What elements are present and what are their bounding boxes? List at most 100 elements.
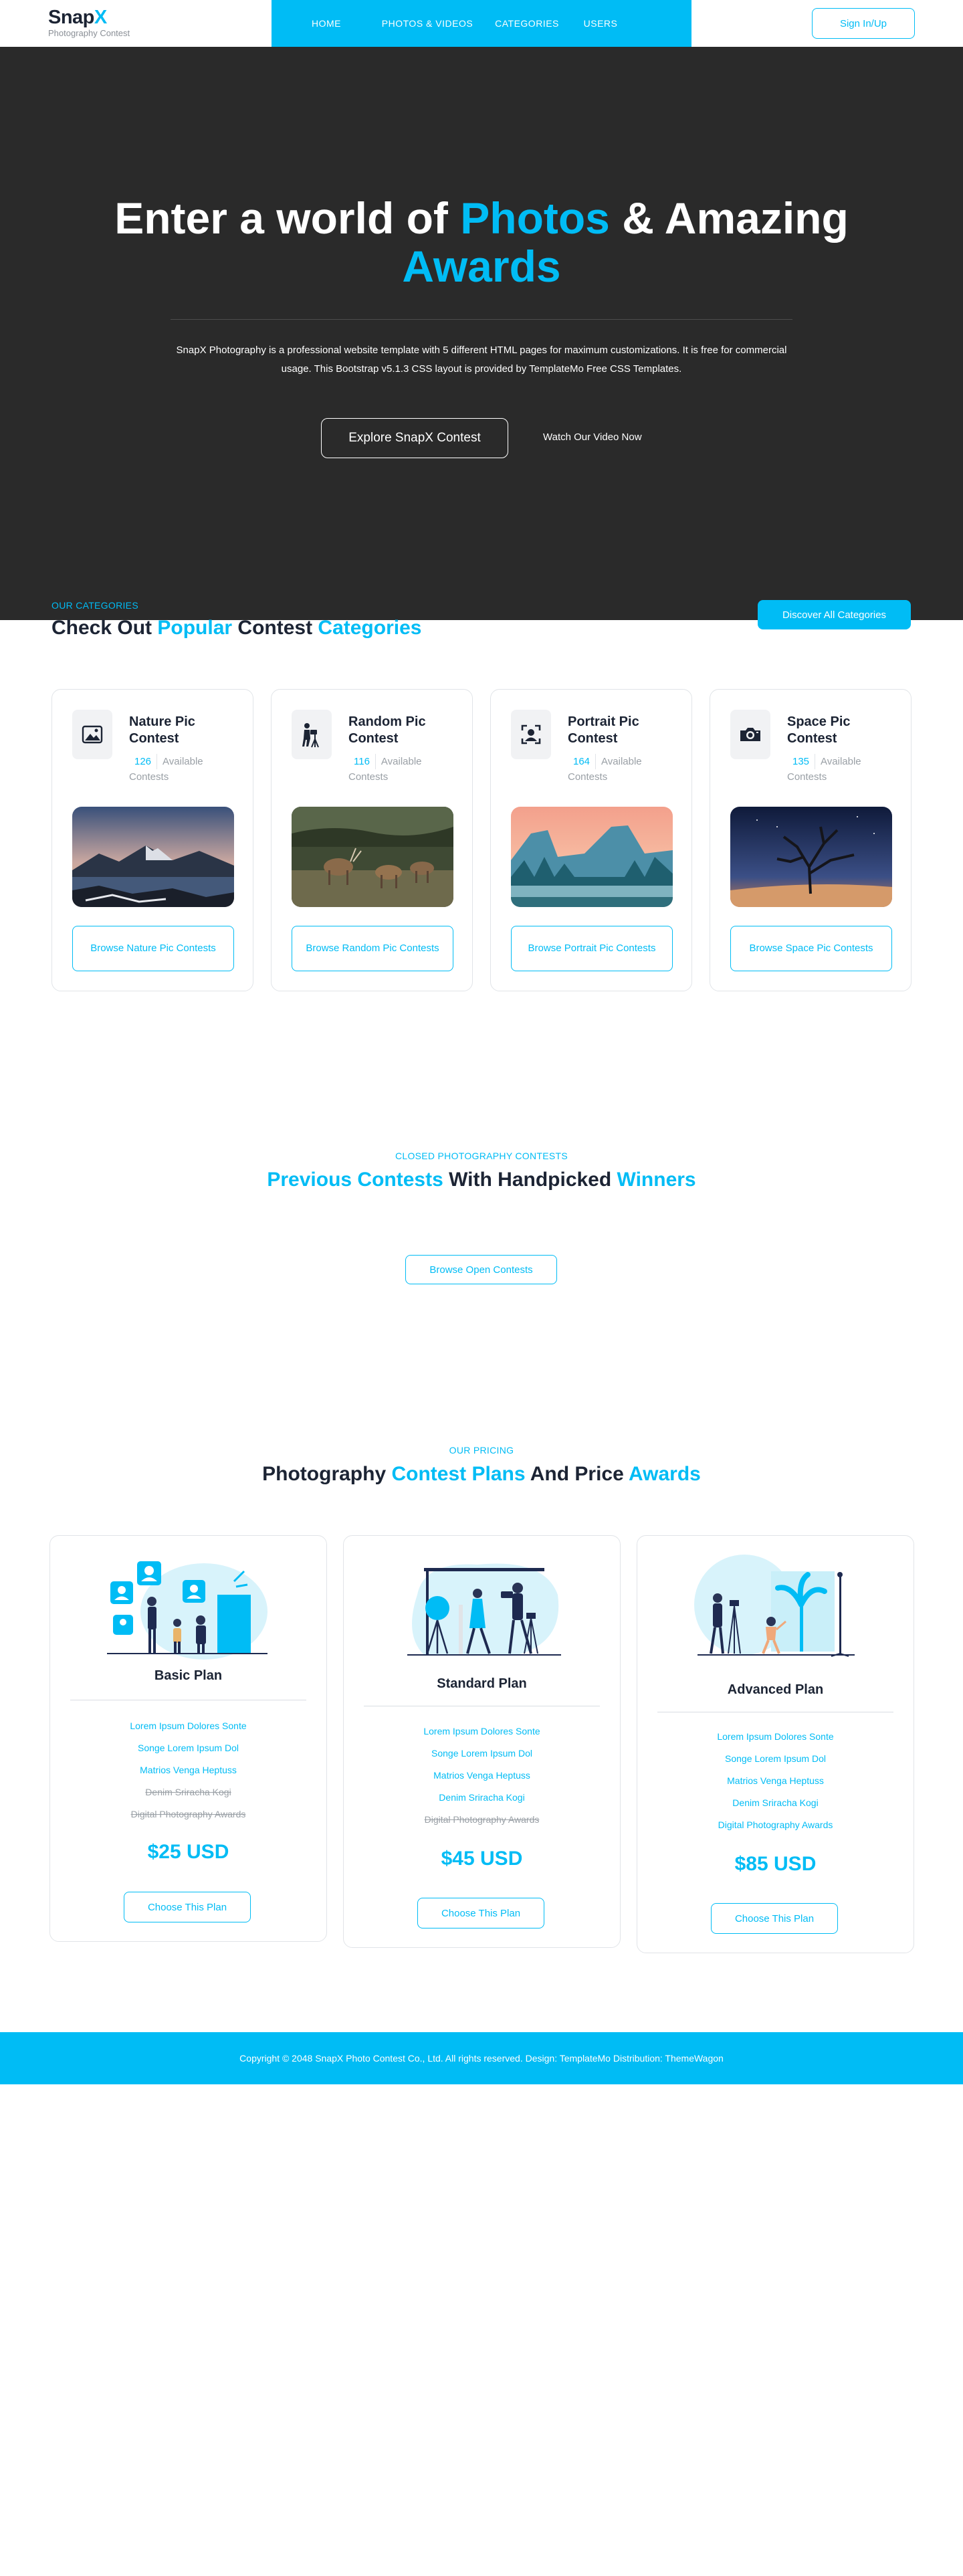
plan-feature: Songe Lorem Ipsum Dol — [725, 1753, 826, 1764]
browse-portrait-button[interactable]: Browse Portrait Pic Contests — [511, 926, 673, 971]
category-image-portrait — [511, 807, 673, 907]
category-title: Space Pic Contest — [787, 714, 851, 746]
camera-icon — [730, 710, 770, 759]
plan-name: Basic Plan — [154, 1668, 223, 1683]
previous-title-highlight: Previous Contests — [267, 1169, 443, 1191]
plan-feature: Matrios Venga Heptuss — [727, 1775, 824, 1786]
plan-name: Standard Plan — [437, 1676, 527, 1691]
category-card-nature: Nature Pic Contest 126 Available Contests… — [51, 689, 253, 991]
brand-name-accent: X — [94, 7, 107, 28]
plan-price: $85 USD — [734, 1853, 817, 1875]
photographer-tripod-icon — [292, 710, 332, 759]
plan-illustration-basic — [104, 1555, 274, 1662]
nav-photos-videos[interactable]: PHOTOS & VIDEOS — [381, 18, 473, 29]
plan-feature: Denim Sriracha Kogi — [732, 1797, 819, 1808]
brand-logo[interactable]: SnapX Photography Contest — [48, 7, 130, 38]
plan-illustration-standard — [397, 1555, 568, 1662]
brand-name-main: Snap — [48, 7, 94, 28]
previous-title: Previous Contests With Handpicked Winner… — [0, 1169, 963, 1191]
site-footer: Copyright © 2048 SnapX Photo Contest Co.… — [0, 2032, 963, 2084]
hero-title-highlight: Photos — [460, 193, 610, 243]
plan-feature: Lorem Ipsum Dolores Sonte — [130, 1720, 247, 1731]
category-image-nature — [72, 807, 234, 907]
plan-feature: Songe Lorem Ipsum Dol — [431, 1748, 532, 1759]
plan-feature: Lorem Ipsum Dolores Sonte — [423, 1726, 540, 1737]
top-navbar: SnapX Photography Contest HOME PHOTOS & … — [0, 0, 963, 47]
hero-section: Enter a world of Photos & Amazing Awards… — [0, 47, 963, 620]
previous-title-highlight: Winners — [617, 1169, 696, 1191]
browse-nature-button[interactable]: Browse Nature Pic Contests — [72, 926, 234, 971]
hero-title: Enter a world of Photos & Amazing Awards — [0, 194, 963, 290]
category-count-value: 164 — [568, 754, 597, 769]
pricing-card-basic: Basic Plan Lorem Ipsum Dolores Sonte Son… — [49, 1535, 327, 1942]
category-card-space: Space Pic Contest 135 Available Contests … — [710, 689, 912, 991]
choose-advanced-plan-button[interactable]: Choose This Plan — [711, 1903, 838, 1934]
categories-title: Check Out Popular Contest Categories — [51, 617, 421, 639]
hero-description: SnapX Photography is a professional webs… — [176, 344, 787, 375]
landscape-photo-icon — [72, 710, 112, 759]
category-image-random — [292, 807, 453, 907]
plan-feature: Lorem Ipsum Dolores Sonte — [717, 1731, 834, 1742]
plan-illustration-advanced — [691, 1555, 861, 1662]
discover-categories-button[interactable]: Discover All Categories — [758, 600, 911, 629]
category-title: Random Pic Contest — [348, 714, 426, 746]
previous-subtitle: CLOSED PHOTOGRAPHY CONTESTS — [395, 1151, 568, 1161]
pricing-title-part: And Price — [525, 1463, 629, 1485]
hero-title-highlight: Awards — [402, 241, 561, 291]
category-title: Nature Pic Contest — [129, 714, 195, 746]
browse-space-button[interactable]: Browse Space Pic Contests — [730, 926, 892, 971]
plan-feature: Matrios Venga Heptuss — [433, 1770, 530, 1781]
category-count: 126 Available Contests — [129, 754, 243, 785]
brand-name: SnapX — [48, 7, 130, 29]
plan-name: Advanced Plan — [727, 1682, 824, 1697]
pricing-title: Photography Contest Plans And Price Awar… — [0, 1463, 963, 1486]
plan-feature-disabled: Digital Photography Awards — [130, 1809, 246, 1819]
pricing-title-highlight: Contest Plans — [391, 1463, 526, 1485]
nav-categories[interactable]: CATEGORIES — [473, 18, 580, 29]
nav-users[interactable]: USERS — [580, 18, 621, 29]
choose-standard-plan-button[interactable]: Choose This Plan — [417, 1898, 544, 1928]
footer-copyright: Copyright © 2048 SnapX Photo Contest Co.… — [239, 2053, 724, 2064]
watch-video-link[interactable]: Watch Our Video Now — [543, 431, 642, 443]
categories-title-part: Contest — [232, 617, 318, 639]
category-count-value: 126 — [129, 754, 158, 769]
main-menu: HOME PHOTOS & VIDEOS CATEGORIES USERS — [272, 0, 691, 47]
browse-random-button[interactable]: Browse Random Pic Contests — [292, 926, 453, 971]
sign-in-button[interactable]: Sign In/Up — [812, 8, 915, 39]
pricing-title-part: Photography — [262, 1463, 392, 1485]
categories-title-highlight: Categories — [318, 617, 422, 639]
portrait-focus-icon — [511, 710, 551, 759]
nav-home[interactable]: HOME — [272, 18, 381, 29]
category-cards: Nature Pic Contest 126 Available Contests… — [51, 689, 912, 991]
category-count-value: 116 — [348, 754, 376, 769]
category-count: 135 Available Contests — [787, 754, 901, 785]
plan-price: $45 USD — [441, 1848, 523, 1870]
category-card-portrait: Portrait Pic Contest 164 Available Contes… — [490, 689, 692, 991]
brand-tagline: Photography Contest — [48, 28, 130, 38]
categories-title-part: Check Out — [51, 617, 158, 639]
pricing-subtitle: OUR PRICING — [449, 1445, 514, 1456]
plan-feature-disabled: Digital Photography Awards — [424, 1814, 540, 1825]
choose-basic-plan-button[interactable]: Choose This Plan — [124, 1892, 251, 1922]
category-image-space — [730, 807, 892, 907]
plan-feature: Songe Lorem Ipsum Dol — [138, 1743, 239, 1753]
category-count-value: 135 — [787, 754, 816, 769]
browse-open-contests-button[interactable]: Browse Open Contests — [405, 1255, 557, 1284]
hero-title-part: Enter a world of — [114, 193, 461, 243]
plan-feature: Digital Photography Awards — [718, 1819, 833, 1830]
category-title: Portrait Pic Contest — [568, 714, 639, 746]
pricing-title-highlight: Awards — [629, 1463, 701, 1485]
plan-price: $25 USD — [147, 1841, 229, 1863]
categories-title-highlight: Popular — [157, 617, 233, 639]
pricing-card-standard: Standard Plan Lorem Ipsum Dolores Sonte … — [343, 1535, 621, 1948]
category-count: 116 Available Contests — [348, 754, 462, 785]
previous-title-part: With Handpicked — [443, 1169, 617, 1191]
pricing-card-advanced: Advanced Plan Lorem Ipsum Dolores Sonte … — [637, 1535, 914, 1953]
category-card-random: Random Pic Contest 116 Available Contests… — [271, 689, 473, 991]
plan-feature-disabled: Denim Sriracha Kogi — [145, 1787, 231, 1797]
plan-feature: Denim Sriracha Kogi — [439, 1792, 525, 1803]
explore-contest-button[interactable]: Explore SnapX Contest — [321, 418, 508, 458]
hero-title-part: & Amazing — [609, 193, 849, 243]
plan-feature: Matrios Venga Heptuss — [140, 1765, 237, 1775]
hero-divider — [171, 319, 792, 320]
